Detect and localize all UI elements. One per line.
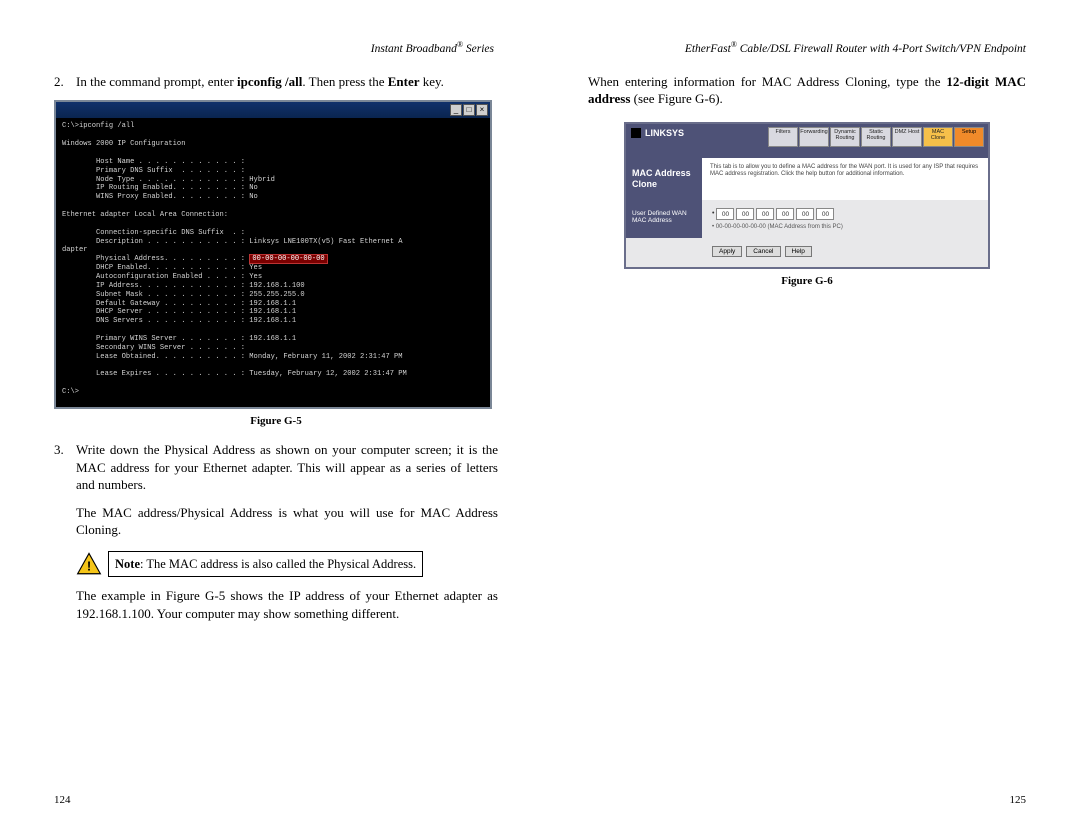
note-box: Note: The MAC address is also called the…	[108, 551, 423, 577]
figure-g6-caption: Figure G-6	[588, 275, 1026, 287]
mac-field-1[interactable]: 00	[736, 208, 754, 220]
linksys-logo: LINKSYS	[630, 127, 684, 139]
apply-button[interactable]: Apply	[712, 246, 742, 257]
tab-mac-clone[interactable]: MAC Clone	[923, 127, 953, 147]
router-form-side-label: User Defined WAN MAC Address	[626, 200, 702, 238]
tab-static-routing[interactable]: Static Routing	[861, 127, 891, 147]
step-3-number: 3.	[54, 441, 76, 494]
step-2-body: In the command prompt, enter ipconfig /a…	[76, 73, 498, 91]
router-side-title: MAC Address Clone	[626, 158, 702, 200]
physical-address-highlight: 00-00-00-00-00-00	[249, 254, 327, 264]
step-2: 2. In the command prompt, enter ipconfig…	[54, 73, 498, 91]
page-number-right: 125	[1010, 794, 1027, 806]
page-number-left: 124	[54, 794, 71, 806]
command-prompt-body: C:\>ipconfig /all Windows 2000 IP Config…	[56, 118, 490, 407]
paragraph-mac-cloning: The MAC address/Physical Address is what…	[76, 504, 498, 539]
paragraph-example: The example in Figure G-5 shows the IP a…	[76, 587, 498, 622]
tab-dmz-host[interactable]: DMZ Host	[892, 127, 922, 147]
help-button[interactable]: Help	[785, 246, 812, 257]
figure-g5-caption: Figure G-5	[54, 415, 498, 427]
tab-dynamic-routing[interactable]: Dynamic Routing	[830, 127, 860, 147]
mac-field-0[interactable]: 00	[716, 208, 734, 220]
mac-address-inputs: • 00 00 00 00 00 00	[712, 208, 978, 220]
close-icon[interactable]: ×	[476, 104, 488, 116]
maximize-icon[interactable]: □	[463, 104, 475, 116]
router-ui-figure: LINKSYS Filters Forwarding Dynamic Routi…	[624, 122, 990, 269]
note-row: ! Note: The MAC address is also called t…	[76, 551, 498, 577]
tab-setup[interactable]: Setup	[954, 127, 984, 147]
mac-field-4[interactable]: 00	[796, 208, 814, 220]
header-left: Instant Broadband® Series	[54, 40, 498, 55]
mac-from-pc-label: • 00-00-00-00-00-00 (MAC Address from th…	[712, 224, 978, 230]
header-right-text-2: Cable/DSL Firewall Router with 4-Port Sw…	[737, 43, 1026, 55]
header-text: Instant Broadband	[371, 43, 457, 55]
page-left: Instant Broadband® Series 2. In the comm…	[0, 0, 540, 834]
minimize-icon[interactable]: _	[450, 104, 462, 116]
header-right: EtherFast® Cable/DSL Firewall Router wit…	[588, 40, 1026, 55]
window-titlebar: _ □ ×	[56, 102, 490, 118]
warning-icon: !	[76, 551, 102, 577]
mac-field-3[interactable]: 00	[776, 208, 794, 220]
cancel-button[interactable]: Cancel	[746, 246, 780, 257]
router-help-text: This tab is to allow you to define a MAC…	[702, 158, 988, 200]
tab-filters[interactable]: Filters	[768, 127, 798, 147]
router-form-body: • 00 00 00 00 00 00 • 00-00-00-00-00-00 …	[702, 200, 988, 238]
header-text-2: Series	[463, 43, 494, 55]
header-right-text: EtherFast	[685, 43, 731, 55]
mac-field-2[interactable]: 00	[756, 208, 774, 220]
svg-text:!: !	[87, 558, 91, 573]
step-3: 3. Write down the Physical Address as sh…	[54, 441, 498, 494]
router-tabs: Filters Forwarding Dynamic Routing Stati…	[768, 127, 984, 147]
step-3-body: Write down the Physical Address as shown…	[76, 441, 498, 494]
tab-forwarding[interactable]: Forwarding	[799, 127, 829, 147]
router-mid: MAC Address Clone This tab is to allow y…	[626, 158, 988, 200]
command-prompt-window: _ □ × C:\>ipconfig /all Windows 2000 IP …	[54, 100, 492, 409]
step-2-number: 2.	[54, 73, 76, 91]
router-form-row: User Defined WAN MAC Address • 00 00 00 …	[626, 200, 988, 238]
router-buttons: Apply Cancel Help	[626, 238, 988, 267]
mac-field-5[interactable]: 00	[816, 208, 834, 220]
router-header: LINKSYS Filters Forwarding Dynamic Routi…	[626, 124, 988, 158]
page-right: EtherFast® Cable/DSL Firewall Router wit…	[540, 0, 1080, 834]
intro-paragraph: When entering information for MAC Addres…	[588, 73, 1026, 108]
